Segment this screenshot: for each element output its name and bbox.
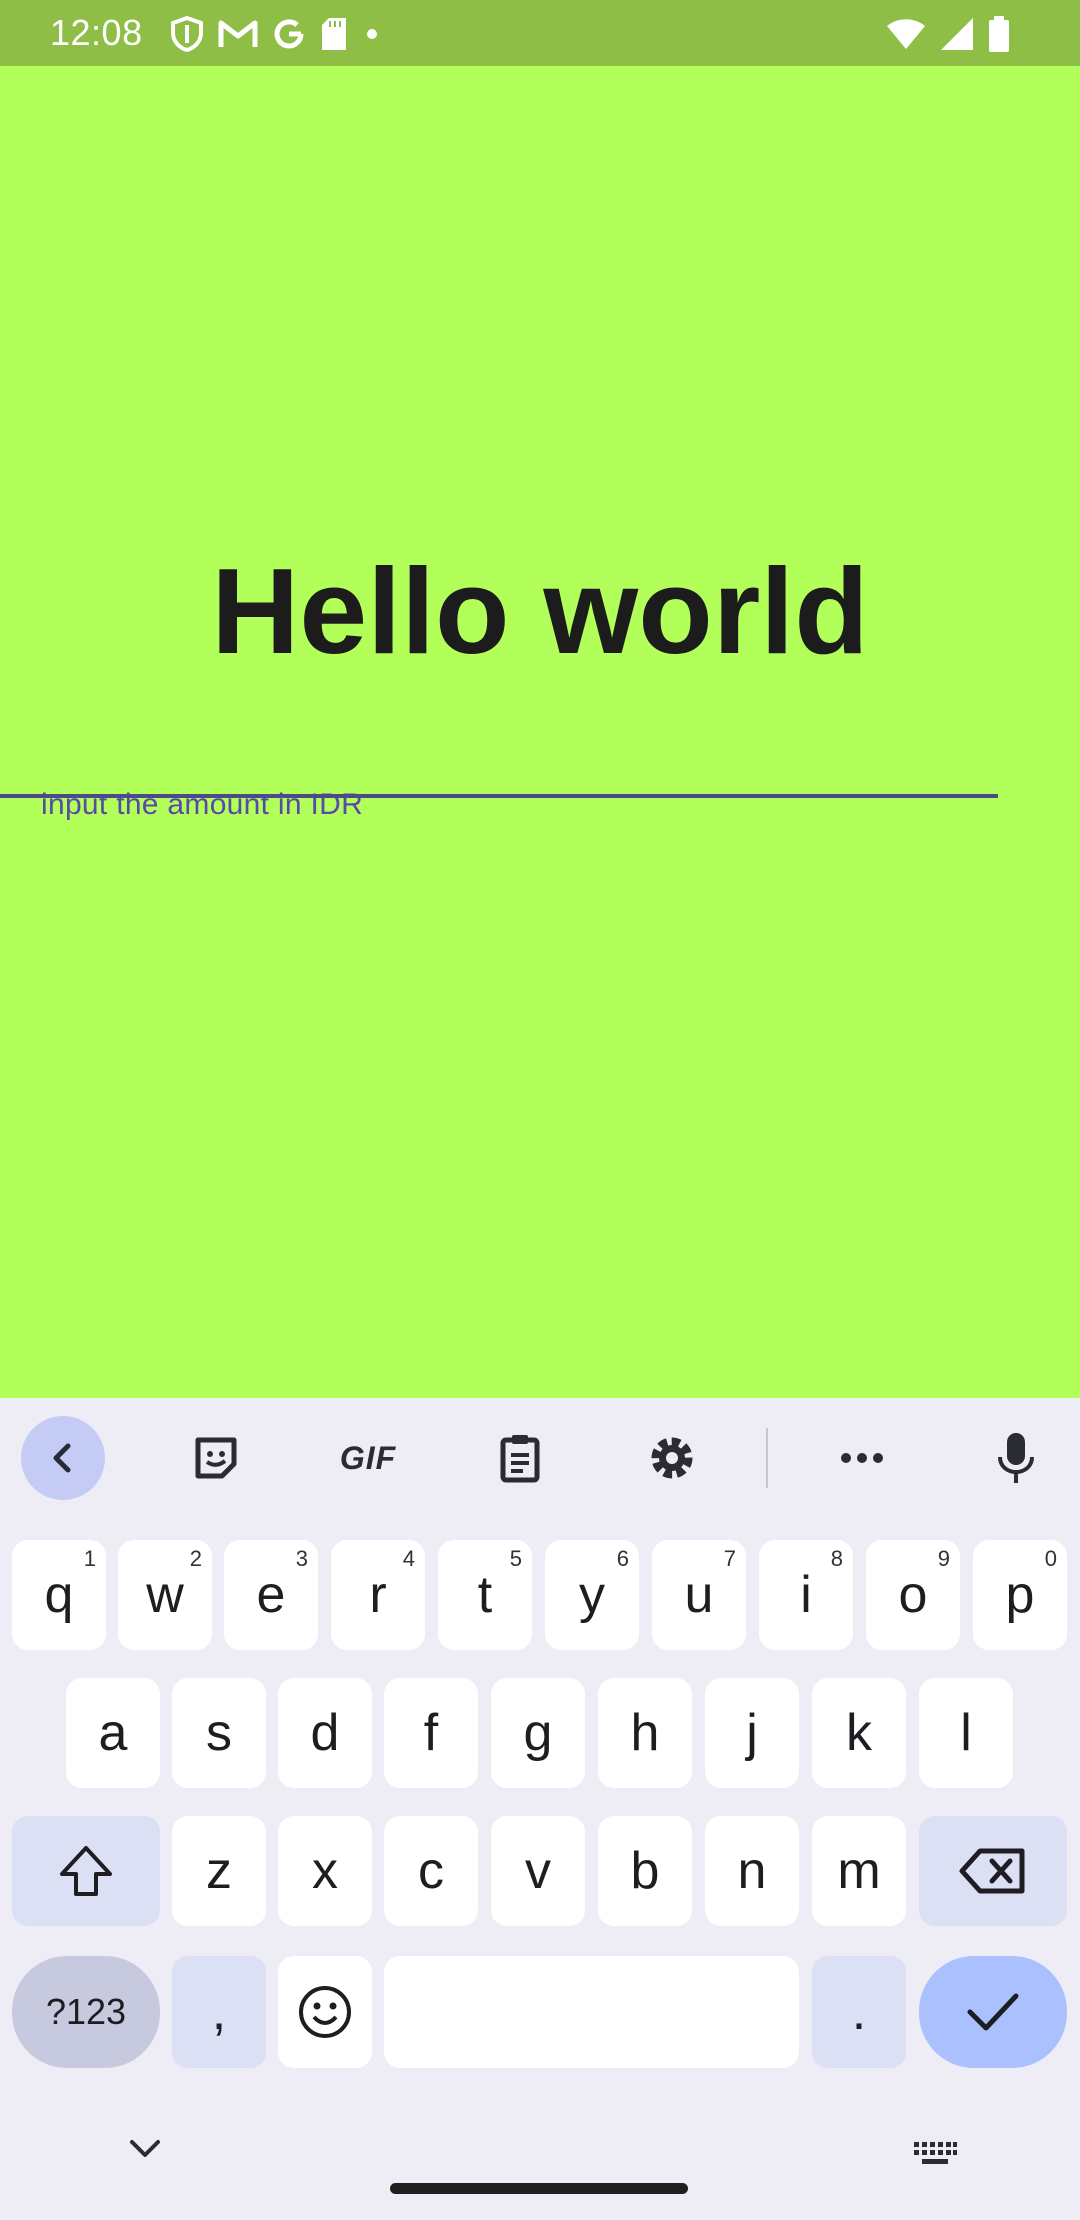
back-icon[interactable] bbox=[21, 1416, 105, 1500]
key-h[interactable]: h bbox=[598, 1678, 692, 1788]
key-hint: 4 bbox=[402, 1546, 415, 1571]
shift-key[interactable] bbox=[12, 1816, 160, 1926]
key-m[interactable]: m bbox=[812, 1816, 906, 1926]
status-time: 12:08 bbox=[50, 12, 143, 53]
key-hint: 2 bbox=[189, 1546, 202, 1571]
chevron-down-icon[interactable] bbox=[128, 2138, 162, 2165]
more-icon[interactable] bbox=[820, 1416, 904, 1500]
shield-icon bbox=[170, 16, 204, 52]
backspace-icon bbox=[959, 1848, 1025, 1894]
page-title: Hello world bbox=[211, 543, 869, 679]
google-icon bbox=[272, 17, 306, 51]
key-c[interactable]: c bbox=[384, 1816, 478, 1926]
comma-key[interactable]: , bbox=[172, 1956, 266, 2068]
key-label: p bbox=[1005, 1566, 1035, 1624]
wifi-icon bbox=[886, 18, 926, 50]
signal-icon bbox=[940, 17, 974, 51]
key-label: y bbox=[579, 1566, 605, 1624]
done-key[interactable] bbox=[919, 1956, 1067, 2068]
key-d[interactable]: d bbox=[278, 1678, 372, 1788]
emoji-icon bbox=[299, 1986, 351, 2038]
settings-icon[interactable] bbox=[630, 1416, 714, 1500]
dot-icon bbox=[362, 24, 382, 44]
key-label: r bbox=[369, 1566, 387, 1624]
key-x[interactable]: x bbox=[278, 1816, 372, 1926]
keyboard-toolbar: GIF bbox=[0, 1398, 1080, 1518]
check-icon bbox=[967, 1993, 1019, 2031]
key-label: q bbox=[44, 1566, 74, 1624]
key-n[interactable]: n bbox=[705, 1816, 799, 1926]
key-y[interactable]: y6 bbox=[545, 1540, 639, 1650]
key-e[interactable]: e3 bbox=[224, 1540, 318, 1650]
key-l[interactable]: l bbox=[919, 1678, 1013, 1788]
key-hint: 8 bbox=[830, 1546, 843, 1571]
space-key[interactable] bbox=[384, 1956, 799, 2068]
system-icons bbox=[886, 14, 1010, 54]
amount-field-underline bbox=[0, 794, 998, 798]
key-label: e bbox=[256, 1566, 286, 1624]
key-hint: 7 bbox=[723, 1546, 736, 1571]
key-label: u bbox=[684, 1566, 714, 1624]
battery-icon bbox=[988, 16, 1010, 52]
key-label: o bbox=[898, 1566, 928, 1624]
key-t[interactable]: t5 bbox=[438, 1540, 532, 1650]
sd-card-icon bbox=[320, 17, 348, 51]
key-f[interactable]: f bbox=[384, 1678, 478, 1788]
key-k[interactable]: k bbox=[812, 1678, 906, 1788]
home-indicator[interactable] bbox=[390, 2183, 688, 2194]
key-u[interactable]: u7 bbox=[652, 1540, 746, 1650]
gif-icon[interactable]: GIF bbox=[326, 1416, 410, 1500]
key-p[interactable]: p0 bbox=[973, 1540, 1067, 1650]
soft-keyboard: GIF q1 w2 e3 r4 t5 y6 u7 i8 o9 p0 a s d … bbox=[0, 1398, 1080, 2220]
key-label: i bbox=[800, 1566, 812, 1624]
notification-icons bbox=[170, 14, 382, 54]
shift-icon bbox=[60, 1846, 112, 1896]
key-hint: 5 bbox=[509, 1546, 522, 1571]
amount-input[interactable] bbox=[41, 836, 1039, 884]
gif-label: GIF bbox=[339, 1439, 397, 1476]
key-label: t bbox=[477, 1566, 493, 1624]
symbols-key[interactable]: ?123 bbox=[12, 1956, 160, 2068]
key-j[interactable]: j bbox=[705, 1678, 799, 1788]
microphone-icon[interactable] bbox=[974, 1416, 1058, 1500]
key-label: w bbox=[146, 1566, 184, 1624]
key-b[interactable]: b bbox=[598, 1816, 692, 1926]
app-screen: Hello world input the amount in IDR bbox=[0, 66, 1080, 1398]
gmail-icon bbox=[218, 19, 258, 49]
key-o[interactable]: o9 bbox=[866, 1540, 960, 1650]
toolbar-divider bbox=[766, 1428, 768, 1488]
key-z[interactable]: z bbox=[172, 1816, 266, 1926]
key-g[interactable]: g bbox=[491, 1678, 585, 1788]
key-w[interactable]: w2 bbox=[118, 1540, 212, 1650]
key-hint: 6 bbox=[616, 1546, 629, 1571]
key-hint: 9 bbox=[937, 1546, 950, 1571]
key-i[interactable]: i8 bbox=[759, 1540, 853, 1650]
key-hint: 1 bbox=[83, 1546, 96, 1571]
sticker-icon[interactable] bbox=[174, 1416, 258, 1500]
key-hint: 0 bbox=[1044, 1546, 1057, 1571]
key-a[interactable]: a bbox=[66, 1678, 160, 1788]
key-v[interactable]: v bbox=[491, 1816, 585, 1926]
key-s[interactable]: s bbox=[172, 1678, 266, 1788]
emoji-key[interactable] bbox=[278, 1956, 372, 2068]
key-r[interactable]: r4 bbox=[331, 1540, 425, 1650]
backspace-key[interactable] bbox=[919, 1816, 1067, 1926]
key-hint: 3 bbox=[295, 1546, 308, 1571]
status-bar: 12:08 bbox=[0, 0, 1080, 66]
key-q[interactable]: q1 bbox=[12, 1540, 106, 1650]
period-key[interactable]: . bbox=[812, 1956, 906, 2068]
clipboard-icon[interactable] bbox=[478, 1416, 562, 1500]
keyboard-icon[interactable] bbox=[912, 2140, 958, 2173]
